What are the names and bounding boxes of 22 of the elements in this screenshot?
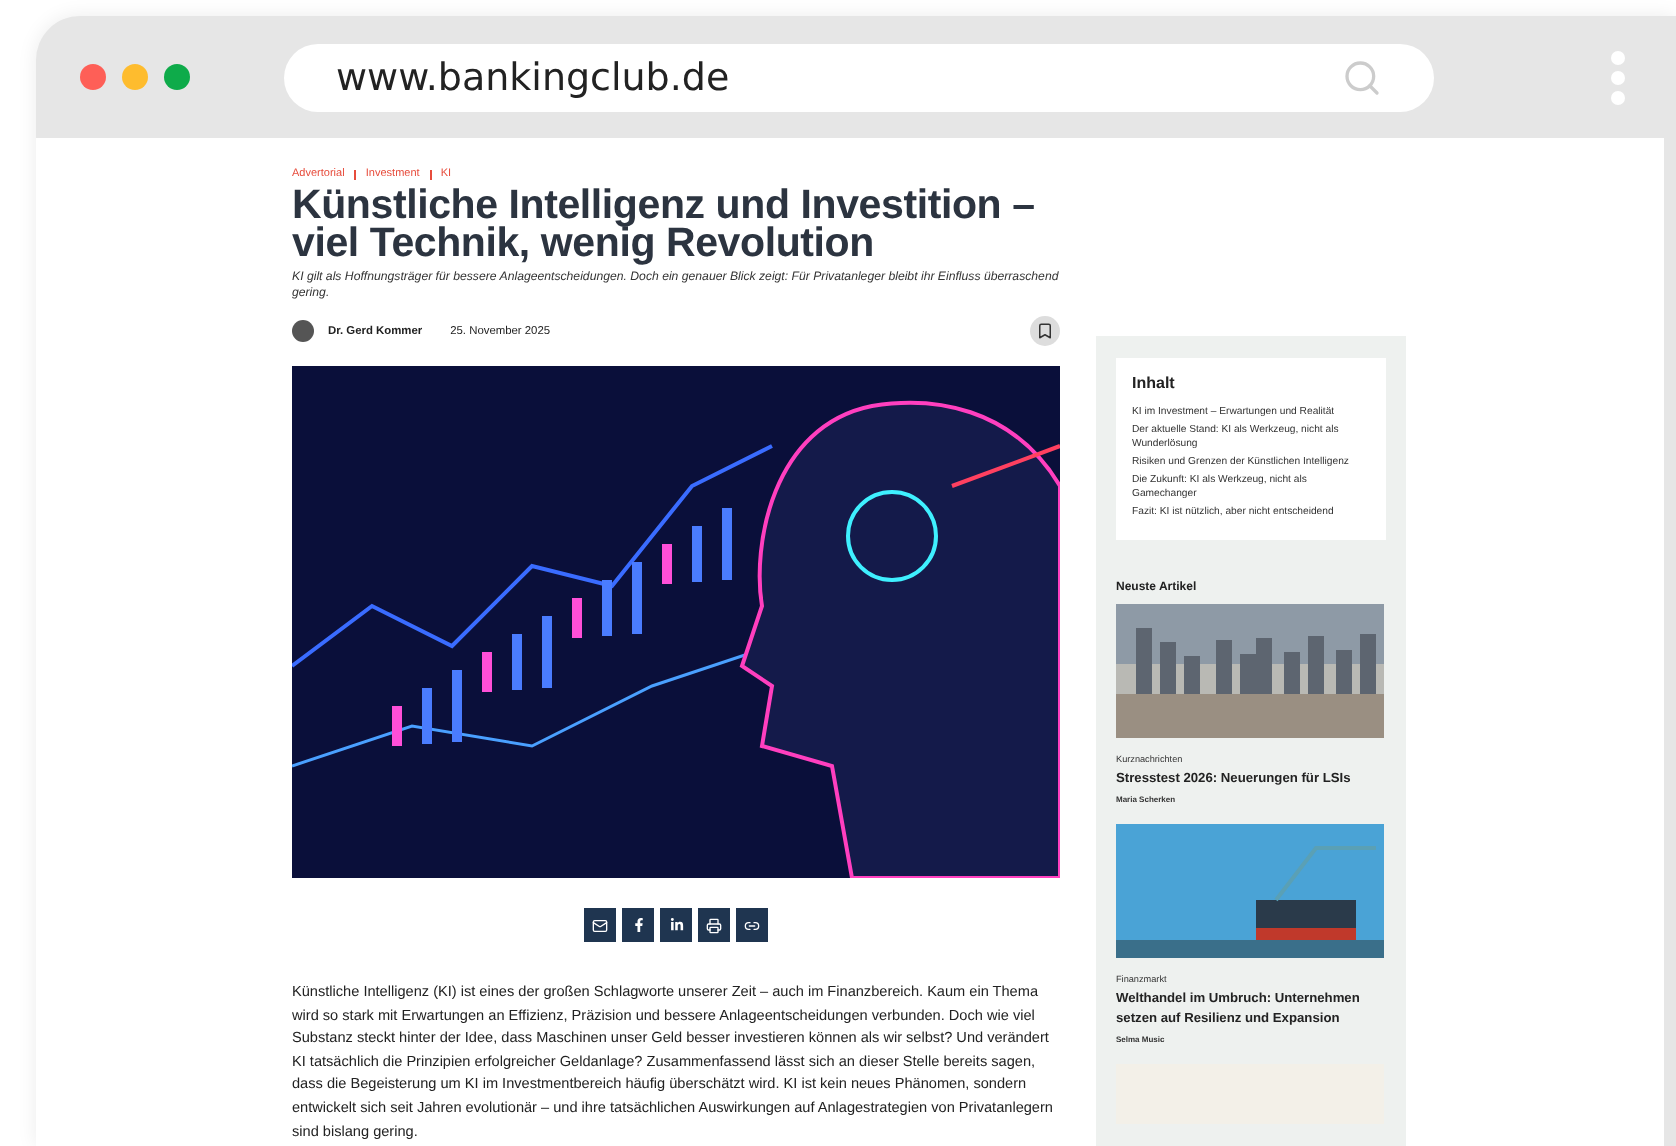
link-icon (744, 917, 760, 933)
share-button[interactable] (622, 908, 654, 942)
breadcrumb-separator (354, 169, 356, 179)
facebook-icon (631, 918, 645, 932)
close-dot[interactable] (80, 64, 106, 90)
minimize-dot[interactable] (122, 64, 148, 90)
mail-icon (592, 917, 608, 933)
share-button[interactable] (698, 908, 730, 942)
search-icon (1342, 57, 1382, 97)
address-bar[interactable]: www.bankingclub.de (284, 43, 1434, 111)
print-icon (706, 917, 722, 933)
linkedin-icon (669, 918, 683, 932)
share-button[interactable] (660, 908, 692, 942)
breadcrumb-separator (429, 169, 431, 179)
bookmark-button[interactable] (1030, 316, 1060, 346)
author-avatar (292, 320, 314, 342)
maximize-dot[interactable] (164, 64, 190, 90)
article-title: Künstliche Intelligenz und Investition – viel Technik, wenig Revolution (292, 186, 1037, 262)
bookmark-icon (1036, 322, 1054, 340)
toc-title: Inhalt (1132, 374, 1177, 392)
share-button[interactable] (736, 908, 768, 942)
share-button[interactable] (584, 908, 616, 942)
